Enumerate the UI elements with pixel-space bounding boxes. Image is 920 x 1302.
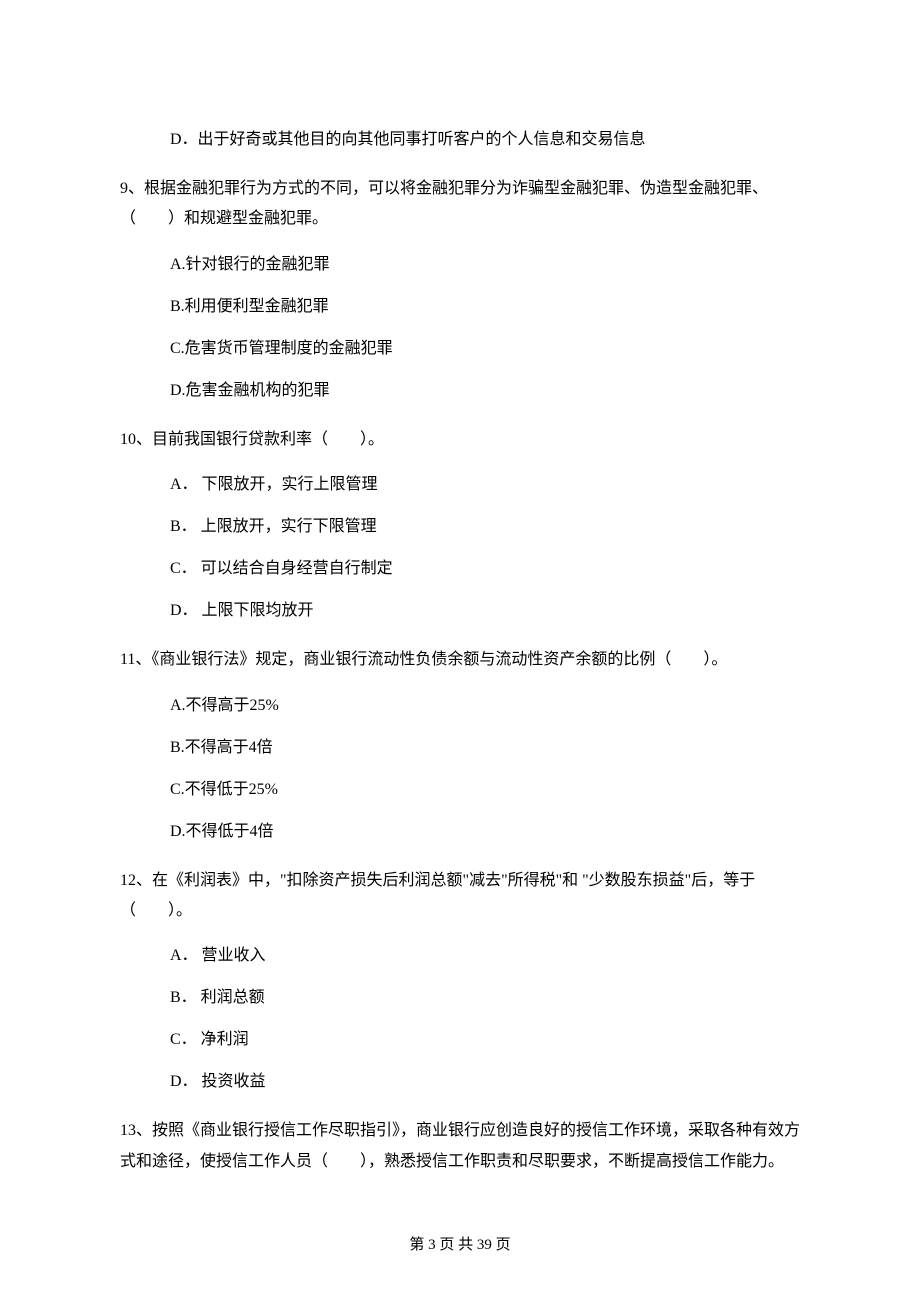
- q10-option-c: C． 可以结合自身经营自行制定: [170, 557, 800, 581]
- q12-option-c: C． 净利润: [170, 1028, 800, 1052]
- question-11: 11、《商业银行法》规定，商业银行流动性负债余额与流动性资产余额的比例（ ）。: [120, 645, 800, 675]
- q11-option-a: A.不得高于25%: [170, 694, 800, 718]
- page-footer: 第 3 页 共 39 页: [0, 1233, 920, 1254]
- question-9: 9、根据金融犯罪行为方式的不同，可以将金融犯罪分为诈骗型金融犯罪、伪造型金融犯罪…: [120, 174, 800, 235]
- q10-option-a: A． 下限放开，实行上限管理: [170, 473, 800, 497]
- q11-option-b: B.不得高于4倍: [170, 736, 800, 760]
- question-13: 13、按照《商业银行授信工作尽职指引》，商业银行应创造良好的授信工作环境，采取各…: [120, 1116, 800, 1177]
- question-10: 10、目前我国银行贷款利率（ ）。: [120, 425, 800, 455]
- q12-option-d: D． 投资收益: [170, 1070, 800, 1094]
- q9-option-c: C.危害货币管理制度的金融犯罪: [170, 337, 800, 361]
- q11-option-d: D.不得低于4倍: [170, 820, 800, 844]
- q9-option-b: B.利用便利型金融犯罪: [170, 295, 800, 319]
- question-12: 12、在《利润表》中，"扣除资产损失后利润总额"减去"所得税"和 "少数股东损益…: [120, 866, 800, 927]
- q9-option-d: D.危害金融机构的犯罪: [170, 379, 800, 403]
- q10-option-d: D． 上限下限均放开: [170, 599, 800, 623]
- document-page: D．出于好奇或其他目的向其他同事打听客户的个人信息和交易信息 9、根据金融犯罪行…: [0, 0, 920, 1249]
- q9-option-a: A.针对银行的金融犯罪: [170, 253, 800, 277]
- q10-option-b: B． 上限放开，实行下限管理: [170, 515, 800, 539]
- q12-option-a: A． 营业收入: [170, 944, 800, 968]
- q8-option-d: D．出于好奇或其他目的向其他同事打听客户的个人信息和交易信息: [170, 128, 800, 152]
- q11-option-c: C.不得低于25%: [170, 778, 800, 802]
- q12-option-b: B． 利润总额: [170, 986, 800, 1010]
